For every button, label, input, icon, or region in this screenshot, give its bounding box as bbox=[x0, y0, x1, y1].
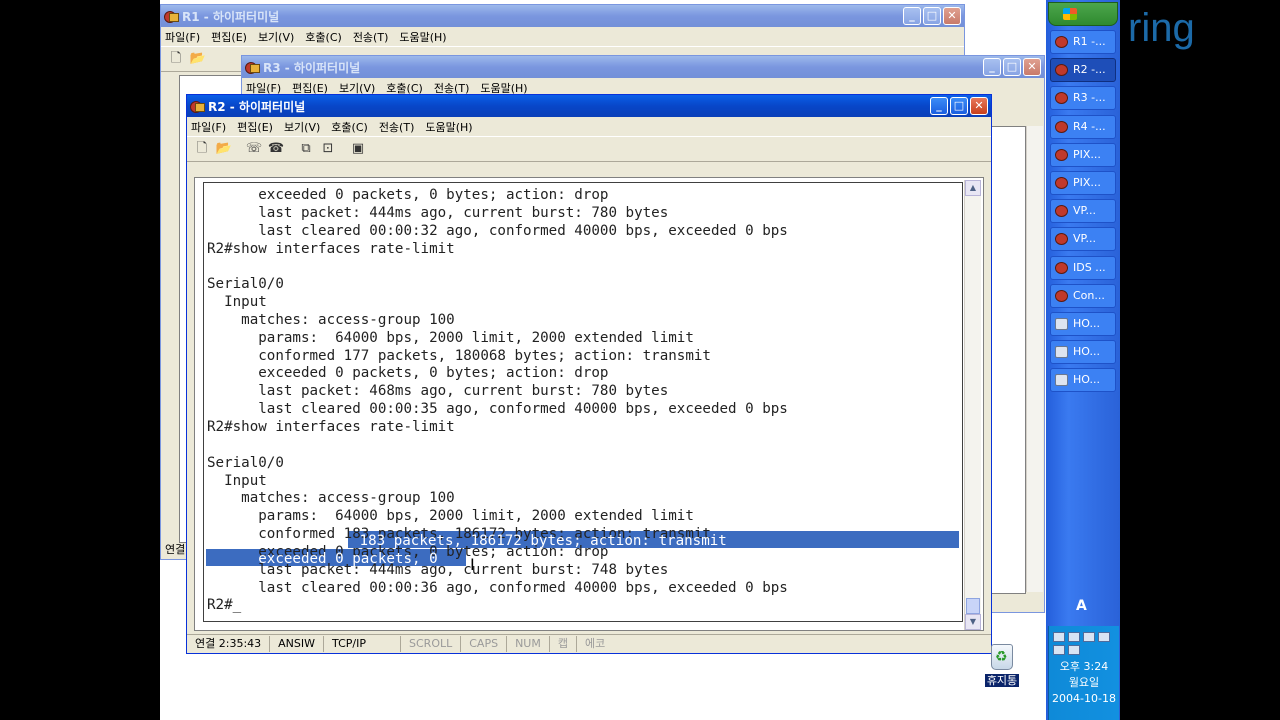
taskbar-item[interactable]: R2 -... bbox=[1050, 58, 1116, 83]
close-button[interactable]: ✕ bbox=[943, 7, 961, 25]
hyperterminal-icon bbox=[164, 10, 179, 23]
menu-file[interactable]: 파일(F) bbox=[191, 119, 226, 135]
menu-help[interactable]: 도움말(H) bbox=[399, 29, 446, 45]
network-icon[interactable] bbox=[1083, 632, 1095, 642]
menu-call[interactable]: 호출(C) bbox=[331, 119, 368, 135]
network-icon[interactable] bbox=[1098, 632, 1110, 642]
status-protocol: TCP/IP bbox=[324, 636, 402, 652]
r1-menubar: 파일(F) 편집(E) 보기(V) 호출(C) 전송(T) 도움말(H) bbox=[161, 27, 964, 46]
network-icon[interactable] bbox=[1068, 632, 1080, 642]
maximize-button[interactable]: □ bbox=[950, 97, 968, 115]
close-button[interactable]: ✕ bbox=[970, 97, 988, 115]
clock-day: 월요일 bbox=[1068, 676, 1100, 689]
r2-menubar: 파일(F) 편집(E) 보기(V) 호출(C) 전송(T) 도움말(H) bbox=[187, 117, 991, 136]
taskbar-item[interactable]: IDS ... bbox=[1050, 255, 1116, 280]
new-icon[interactable]: 🗋 bbox=[193, 140, 211, 158]
close-button[interactable]: ✕ bbox=[1023, 58, 1041, 76]
start-button[interactable] bbox=[1048, 2, 1118, 26]
clock-time: 오후 3:24 bbox=[1059, 660, 1109, 673]
menu-transfer[interactable]: 전송(T) bbox=[379, 119, 415, 135]
tray-app-icon[interactable] bbox=[1053, 645, 1065, 655]
maximize-button[interactable]: □ bbox=[923, 7, 941, 25]
status-emulation: ANSIW bbox=[270, 636, 325, 652]
r2-toolbar: 🗋 📂 ☏ ☎ ⧉ ⊡ ▣ bbox=[187, 136, 991, 162]
mouse-cursor-icon: I bbox=[470, 555, 475, 574]
maximize-button[interactable]: □ bbox=[1003, 58, 1021, 76]
recycle-bin[interactable]: 휴지통 bbox=[982, 644, 1022, 688]
status-echo: 에코 bbox=[584, 637, 606, 650]
hyperterminal-icon bbox=[245, 61, 260, 74]
menu-file[interactable]: 파일(F) bbox=[165, 29, 200, 45]
terminal-scrollbar[interactable]: ▲ ▼ bbox=[964, 180, 981, 630]
menu-call[interactable]: 호출(C) bbox=[305, 29, 342, 45]
taskbar-item[interactable]: PIX... bbox=[1050, 142, 1116, 167]
r1-titlebar[interactable]: R1 - 하이퍼터미널 _ □ ✕ bbox=[161, 5, 964, 27]
status-caps: CAPS bbox=[461, 636, 508, 652]
properties-icon[interactable]: ▣ bbox=[349, 140, 367, 158]
receive-icon[interactable]: ⊡ bbox=[319, 140, 337, 158]
new-icon[interactable]: 🗋 bbox=[167, 50, 185, 68]
connect-icon[interactable]: ☏ bbox=[245, 140, 263, 158]
menu-edit[interactable]: 편집(E) bbox=[211, 29, 247, 45]
r3-titlebar[interactable]: R3 - 하이퍼터미널 _ □ ✕ bbox=[242, 56, 1044, 78]
status-scroll: SCROLL bbox=[401, 636, 462, 652]
r1-status: 연결 bbox=[165, 543, 186, 556]
selected-text: 183 packets, 186172 bytes; action: trans… bbox=[351, 533, 727, 549]
menu-view[interactable]: 보기(V) bbox=[258, 29, 294, 45]
r3-title: R3 - 하이퍼터미널 bbox=[263, 60, 361, 75]
scroll-thumb[interactable] bbox=[966, 598, 980, 614]
menu-help[interactable]: 도움말(H) bbox=[425, 119, 472, 135]
clock[interactable]: 오후 3:24 월요일 2004-10-18 bbox=[1049, 659, 1119, 707]
taskbar-item[interactable]: PIX... bbox=[1050, 171, 1116, 195]
taskbar-item[interactable]: VP... bbox=[1050, 199, 1116, 224]
menu-view[interactable]: 보기(V) bbox=[284, 119, 320, 135]
send-icon[interactable]: ⧉ bbox=[297, 140, 315, 158]
minimize-button[interactable]: _ bbox=[983, 58, 1001, 76]
clock-date: 2004-10-18 bbox=[1052, 692, 1116, 705]
minimize-button[interactable]: _ bbox=[930, 97, 948, 115]
menu-transfer[interactable]: 전송(T) bbox=[353, 29, 389, 45]
status-num: NUM bbox=[507, 636, 550, 652]
scroll-down-icon[interactable]: ▼ bbox=[965, 614, 981, 630]
status-capture: 캡 bbox=[550, 636, 577, 652]
taskbar-item[interactable]: HO... bbox=[1050, 312, 1116, 336]
r3-scrollbar[interactable] bbox=[1026, 126, 1043, 592]
desktop-background-text: ring bbox=[1128, 6, 1195, 50]
taskbar-item[interactable]: Con... bbox=[1050, 283, 1116, 308]
recycle-bin-label: 휴지통 bbox=[984, 674, 1020, 687]
r1-title: R1 - 하이퍼터미널 bbox=[182, 9, 280, 24]
taskbar-item[interactable]: VP... bbox=[1050, 227, 1116, 252]
taskbar-item[interactable]: R1 -... bbox=[1050, 30, 1116, 54]
r2-statusbar: 연결 2:35:43 ANSIW TCP/IP SCROLL CAPS NUM … bbox=[187, 634, 991, 653]
language-indicator[interactable]: A bbox=[1076, 598, 1087, 614]
terminal-screen[interactable]: exceeded 0 packets, 0 bytes; action: dro… bbox=[203, 182, 963, 622]
r2-titlebar[interactable]: R2 - 하이퍼터미널 _ □ ✕ bbox=[187, 95, 991, 117]
tray-icons bbox=[1049, 626, 1119, 655]
system-tray: 오후 3:24 월요일 2004-10-18 bbox=[1048, 626, 1119, 720]
r2-title: R2 - 하이퍼터미널 bbox=[208, 99, 306, 114]
selected-text: exceeded 0 packets, 0 bbox=[207, 551, 438, 567]
status-connected-time: 연결 2:35:43 bbox=[187, 636, 271, 652]
scroll-up-icon[interactable]: ▲ bbox=[965, 180, 981, 196]
tray-app-icon[interactable] bbox=[1068, 645, 1080, 655]
hyperterminal-icon bbox=[190, 100, 205, 113]
taskbar-item[interactable]: R3 -... bbox=[1050, 86, 1116, 111]
recycle-bin-icon bbox=[991, 644, 1013, 670]
menu-edit[interactable]: 편집(E) bbox=[237, 119, 273, 135]
taskbar-item[interactable]: HO... bbox=[1050, 368, 1116, 393]
terminal-frame: exceeded 0 packets, 0 bytes; action: dro… bbox=[194, 177, 984, 631]
minimize-button[interactable]: _ bbox=[903, 7, 921, 25]
disconnect-icon[interactable]: ☎ bbox=[267, 140, 285, 158]
open-icon[interactable]: 📂 bbox=[215, 140, 233, 158]
taskbar-item[interactable]: HO... bbox=[1050, 340, 1116, 365]
network-icon[interactable] bbox=[1053, 632, 1065, 642]
taskbar: R1 -... R2 -... R3 -... R4 -... PIX... PIX...… bbox=[1046, 0, 1120, 720]
r2-window[interactable]: R2 - 하이퍼터미널 _ □ ✕ 파일(F) 편집(E) 보기(V) 호출(C… bbox=[186, 94, 992, 654]
open-icon[interactable]: 📂 bbox=[189, 50, 207, 68]
taskbar-item[interactable]: R4 -... bbox=[1050, 114, 1116, 139]
